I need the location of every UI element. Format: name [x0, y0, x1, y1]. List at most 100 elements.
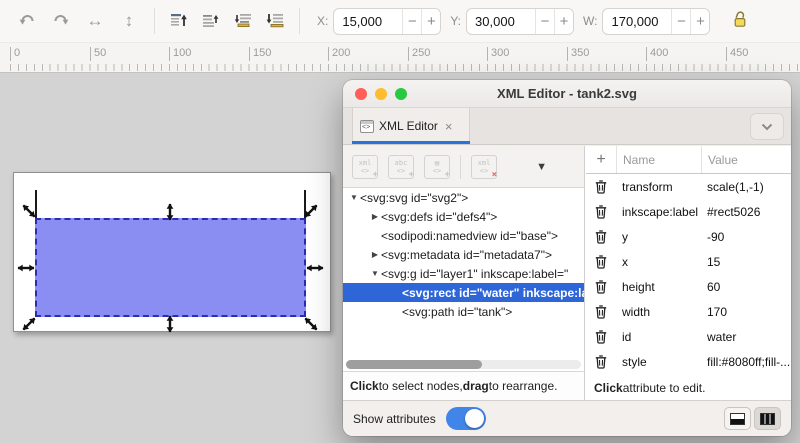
attribute-value[interactable]: -90 — [701, 230, 791, 244]
chevron-down-icon — [761, 119, 773, 134]
x-input[interactable]: 15,000 — [334, 14, 402, 29]
attribute-name[interactable]: inkscape:label — [616, 205, 701, 219]
y-input[interactable]: 30,000 — [467, 14, 535, 29]
new-element-node-button[interactable]: xml<>+ — [352, 155, 378, 179]
y-increment-button[interactable]: + — [554, 8, 573, 35]
tree-node-path-tank[interactable]: <svg:path id="tank"> — [343, 302, 584, 321]
attribute-name[interactable]: id — [616, 330, 701, 344]
flip-horizontal-icon: ↔ — [87, 11, 104, 31]
attribute-row-inkscape-label[interactable]: inkscape:label #rect5026 — [586, 199, 791, 224]
water-rect-selected[interactable] — [35, 218, 306, 317]
main-toolbar: ↔ ↕ X: 15,000 − + Y: 30,000 — [0, 0, 800, 42]
w-input[interactable]: 170,000 — [603, 14, 671, 29]
attribute-value[interactable]: #rect5026 — [701, 205, 791, 219]
horizontal-scrollbar[interactable] — [346, 360, 581, 369]
attribute-name[interactable]: height — [616, 280, 701, 294]
tree-node-metadata[interactable]: ▶ <svg:metadata id="metadata7"> — [343, 245, 584, 264]
toolbar-dropdown-button[interactable]: ▼ — [536, 161, 547, 173]
attribute-name[interactable]: x — [616, 255, 701, 269]
trash-icon — [595, 205, 607, 219]
w-decrement-button[interactable]: − — [671, 8, 690, 35]
dialog-menu-button[interactable] — [750, 113, 784, 140]
expander-open-icon[interactable]: ▼ — [348, 193, 360, 202]
tree-node-defs[interactable]: ▶ <svg:defs id="defs4"> — [343, 207, 584, 226]
attribute-row-x[interactable]: x 15 — [586, 249, 791, 274]
unlocked-padlock-icon — [732, 10, 749, 32]
xml-editor-window: XML Editor - tank2.svg XML Editor × xml<… — [343, 80, 791, 436]
delete-attribute-button[interactable] — [586, 305, 616, 319]
scrollbar-thumb[interactable] — [346, 360, 482, 369]
raise-to-top-button[interactable] — [163, 6, 195, 36]
attribute-name[interactable]: width — [616, 305, 701, 319]
attribute-row-y[interactable]: y -90 — [586, 224, 791, 249]
dialog-bottom-bar: Show attributes — [343, 400, 791, 436]
tree-node-namedview[interactable]: <sodipodi:namedview id="base"> — [343, 226, 584, 245]
tank-left-wall[interactable] — [35, 190, 37, 220]
delete-attribute-button[interactable] — [586, 255, 616, 269]
tank-right-wall[interactable] — [304, 190, 306, 220]
add-attribute-button[interactable]: + — [586, 146, 616, 173]
expander-open-icon[interactable]: ▼ — [369, 269, 381, 278]
horizontal-layout-button[interactable] — [724, 407, 751, 430]
tree-node-layer-g[interactable]: ▼ <svg:g id="layer1" inkscape:label=" — [343, 264, 584, 283]
lock-ratio-button[interactable] — [732, 10, 749, 32]
delete-attribute-button[interactable] — [586, 330, 616, 344]
x-increment-button[interactable]: + — [421, 8, 440, 35]
toolbar-separator — [299, 8, 300, 34]
y-decrement-button[interactable]: − — [535, 8, 554, 35]
attribute-name[interactable]: transform — [616, 180, 701, 194]
show-attributes-toggle[interactable] — [446, 407, 486, 430]
x-decrement-button[interactable]: − — [402, 8, 421, 35]
flip-horizontal-button[interactable]: ↔ — [78, 6, 112, 36]
flip-vertical-button[interactable]: ↕ — [112, 6, 146, 36]
attribute-row-height[interactable]: height 60 — [586, 274, 791, 299]
undo-button[interactable] — [10, 6, 44, 36]
new-text-node-button[interactable]: abc<>+ — [388, 155, 414, 179]
attribute-name[interactable]: y — [616, 230, 701, 244]
toolbar-separator — [460, 155, 461, 179]
tab-xml-editor[interactable]: XML Editor × — [352, 108, 470, 144]
tree-node-label: <svg:path id="tank"> — [402, 305, 512, 319]
delete-attribute-button[interactable] — [586, 180, 616, 194]
attribute-value[interactable]: water — [701, 330, 791, 344]
attribute-row-transform[interactable]: transform scale(1,-1) — [586, 174, 791, 199]
w-increment-button[interactable]: + — [690, 8, 709, 35]
window-titlebar[interactable]: XML Editor - tank2.svg — [343, 80, 791, 108]
attribute-value[interactable]: fill:#8080ff;fill-... — [701, 355, 791, 369]
attribute-value[interactable]: 60 — [701, 280, 791, 294]
delete-attribute-button[interactable] — [586, 230, 616, 244]
redo-button[interactable] — [44, 6, 78, 36]
expander-closed-icon[interactable]: ▶ — [369, 212, 381, 221]
expander-closed-icon[interactable]: ▶ — [369, 250, 381, 259]
attribute-value[interactable]: scale(1,-1) — [701, 180, 791, 194]
delete-attribute-button[interactable] — [586, 355, 616, 369]
delete-attribute-button[interactable] — [586, 205, 616, 219]
attribute-value[interactable]: 15 — [701, 255, 791, 269]
attribute-name[interactable]: style — [616, 355, 701, 369]
lower-icon — [234, 12, 252, 31]
tree-node-label: <svg:g id="layer1" inkscape:label=" — [381, 267, 568, 281]
delete-node-button[interactable]: xml<>× — [471, 155, 497, 179]
tree-node-label: <sodipodi:namedview id="base"> — [381, 229, 558, 243]
w-field-group: W: 170,000 − + — [574, 8, 710, 35]
attribute-row-width[interactable]: width 170 — [586, 299, 791, 324]
duplicate-node-button[interactable]: ▤<>+ — [424, 155, 450, 179]
attribute-row-id[interactable]: id water — [586, 324, 791, 349]
raise-button[interactable] — [195, 6, 227, 36]
xml-editor-tab-icon — [360, 120, 374, 133]
tree-node-svg-root[interactable]: ▼ <svg:svg id="svg2"> — [343, 188, 584, 207]
tab-close-button[interactable]: × — [445, 119, 453, 134]
delete-badge-icon: × — [492, 171, 497, 180]
vertical-layout-button[interactable] — [754, 407, 781, 430]
attribute-row-style[interactable]: style fill:#8080ff;fill-... — [586, 349, 791, 374]
trash-icon — [595, 180, 607, 194]
raise-icon — [202, 12, 220, 31]
delete-attribute-button[interactable] — [586, 280, 616, 294]
lower-to-bottom-button[interactable] — [259, 6, 291, 36]
lower-button[interactable] — [227, 6, 259, 36]
attribute-value[interactable]: 170 — [701, 305, 791, 319]
tree-node-rect-water-selected[interactable]: <svg:rect id="water" inkscape:la — [343, 283, 584, 302]
y-label: Y: — [450, 14, 461, 28]
window-title: XML Editor - tank2.svg — [343, 86, 791, 101]
attributes-panel: + Name Value transform scale(1,-1) inksc… — [586, 146, 791, 400]
